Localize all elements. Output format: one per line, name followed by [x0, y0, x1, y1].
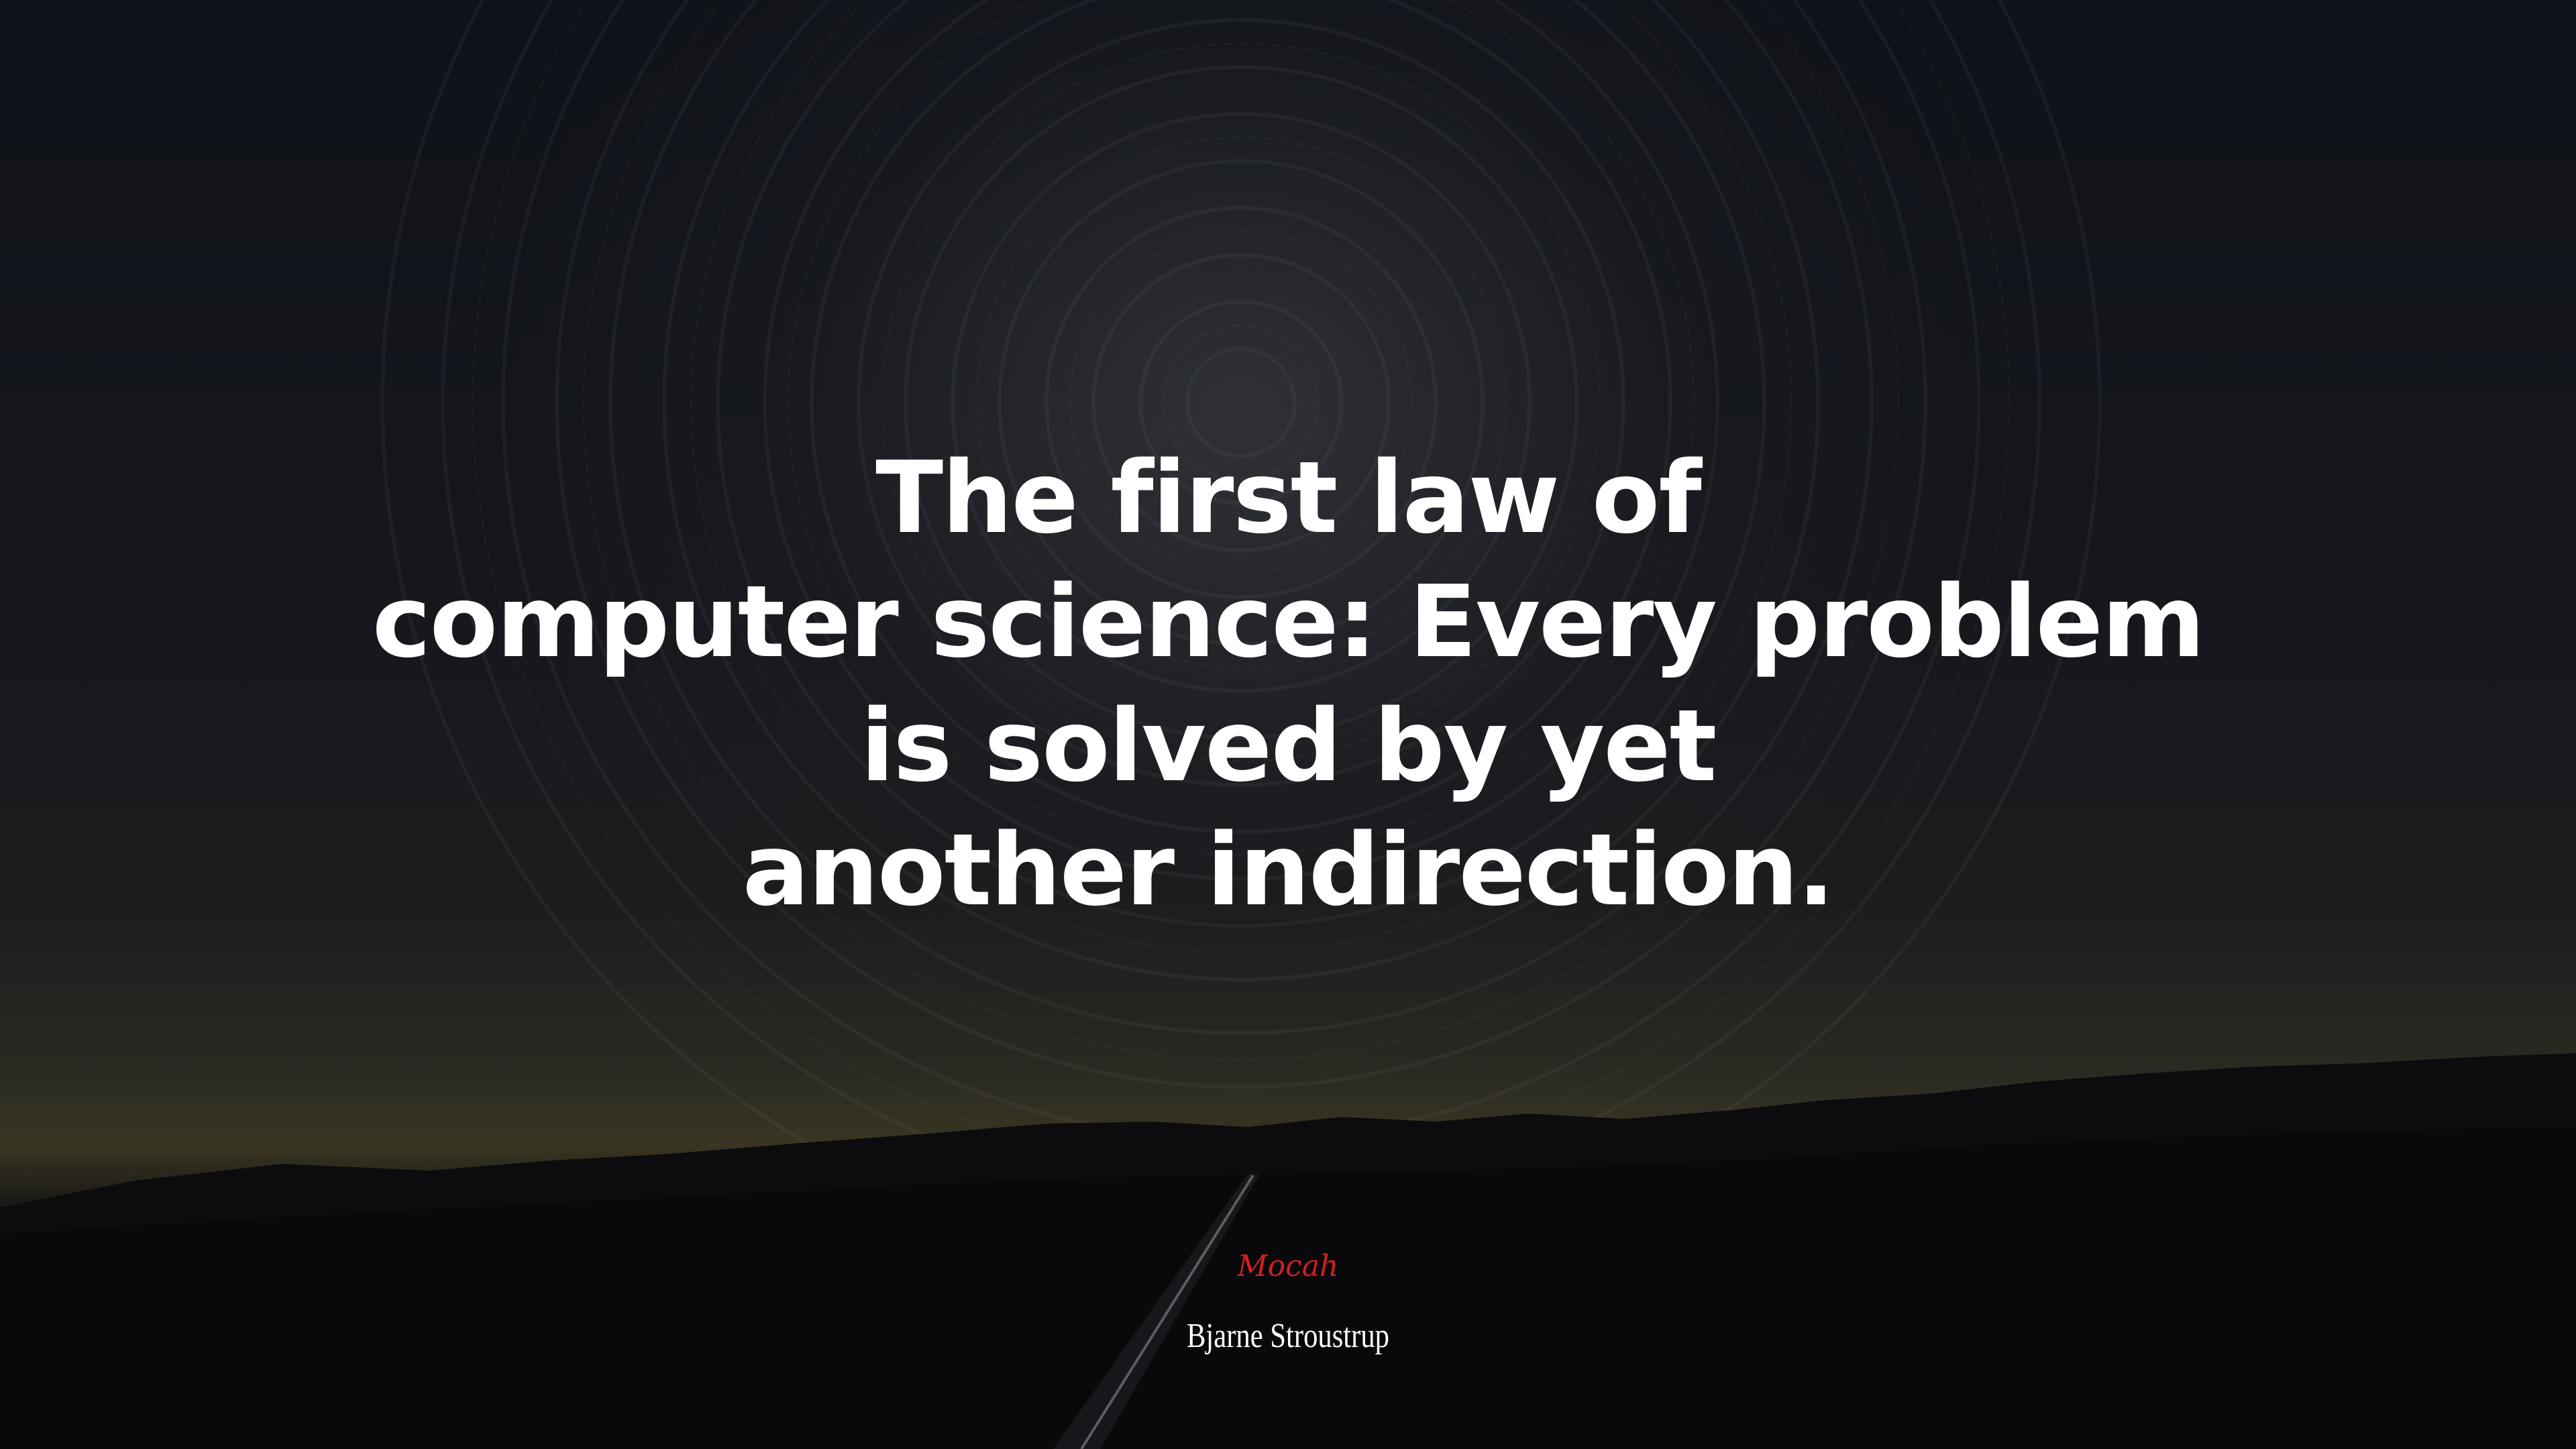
brand-logo-text: Mocah: [1237, 1249, 1339, 1283]
quote-text: The first law of computer science: Every…: [0, 436, 2576, 932]
quote-line-1: The first law of: [875, 440, 1702, 555]
quote-line-3: is solved by yet: [860, 688, 1717, 804]
wallpaper-scene: The first law of computer science: Every…: [0, 0, 2576, 1449]
quote-author: Bjarne Stroustrup: [1186, 1317, 1389, 1355]
quote-line-4: another indirection.: [742, 812, 1835, 928]
quote-line-2: computer science: Every problem: [372, 564, 2206, 680]
